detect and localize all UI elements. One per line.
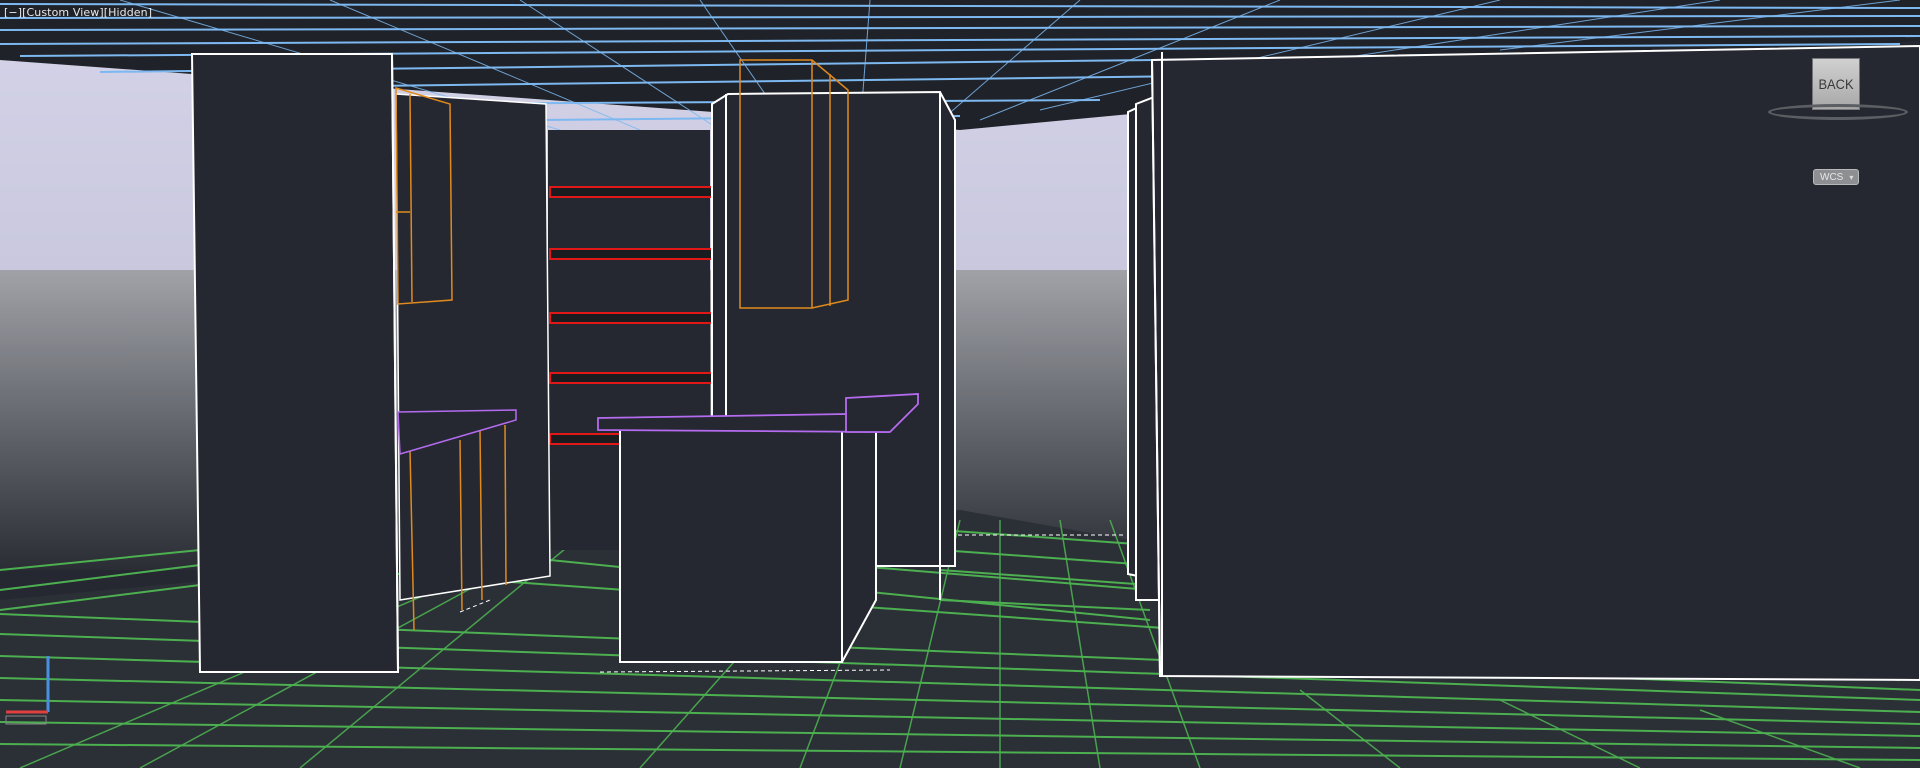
shelf-4 <box>549 372 713 384</box>
shelf-2 <box>549 248 713 260</box>
viewport-controls-label[interactable]: [−][Custom View][Hidden] <box>4 6 152 19</box>
viewcube-back-face[interactable]: BACK <box>1812 58 1860 110</box>
ucs-menu-label: WCS <box>1820 171 1844 183</box>
viewcube-compass-ring[interactable] <box>1768 104 1908 120</box>
right-wall-section <box>1127 44 1920 682</box>
chevron-down-icon: ▾ <box>1849 172 1854 182</box>
ucs-axis-icon <box>5 656 50 725</box>
scene-3d-view <box>0 0 1920 768</box>
ucs-menu-button[interactable]: WCS ▾ <box>1813 169 1859 185</box>
left-tall-cabinet <box>190 53 400 673</box>
viewcube[interactable]: BACK <box>1768 54 1908 124</box>
shelf-5 <box>549 433 621 445</box>
left-wall-unit <box>395 93 551 601</box>
drawing-viewport[interactable]: [−][Custom View][Hidden] BACK WCS ▾ <box>0 0 1920 768</box>
ucs-origin-marker <box>5 715 47 725</box>
kitchen-island <box>619 429 877 663</box>
shelf-3 <box>549 312 713 324</box>
shelf-1 <box>549 186 713 198</box>
